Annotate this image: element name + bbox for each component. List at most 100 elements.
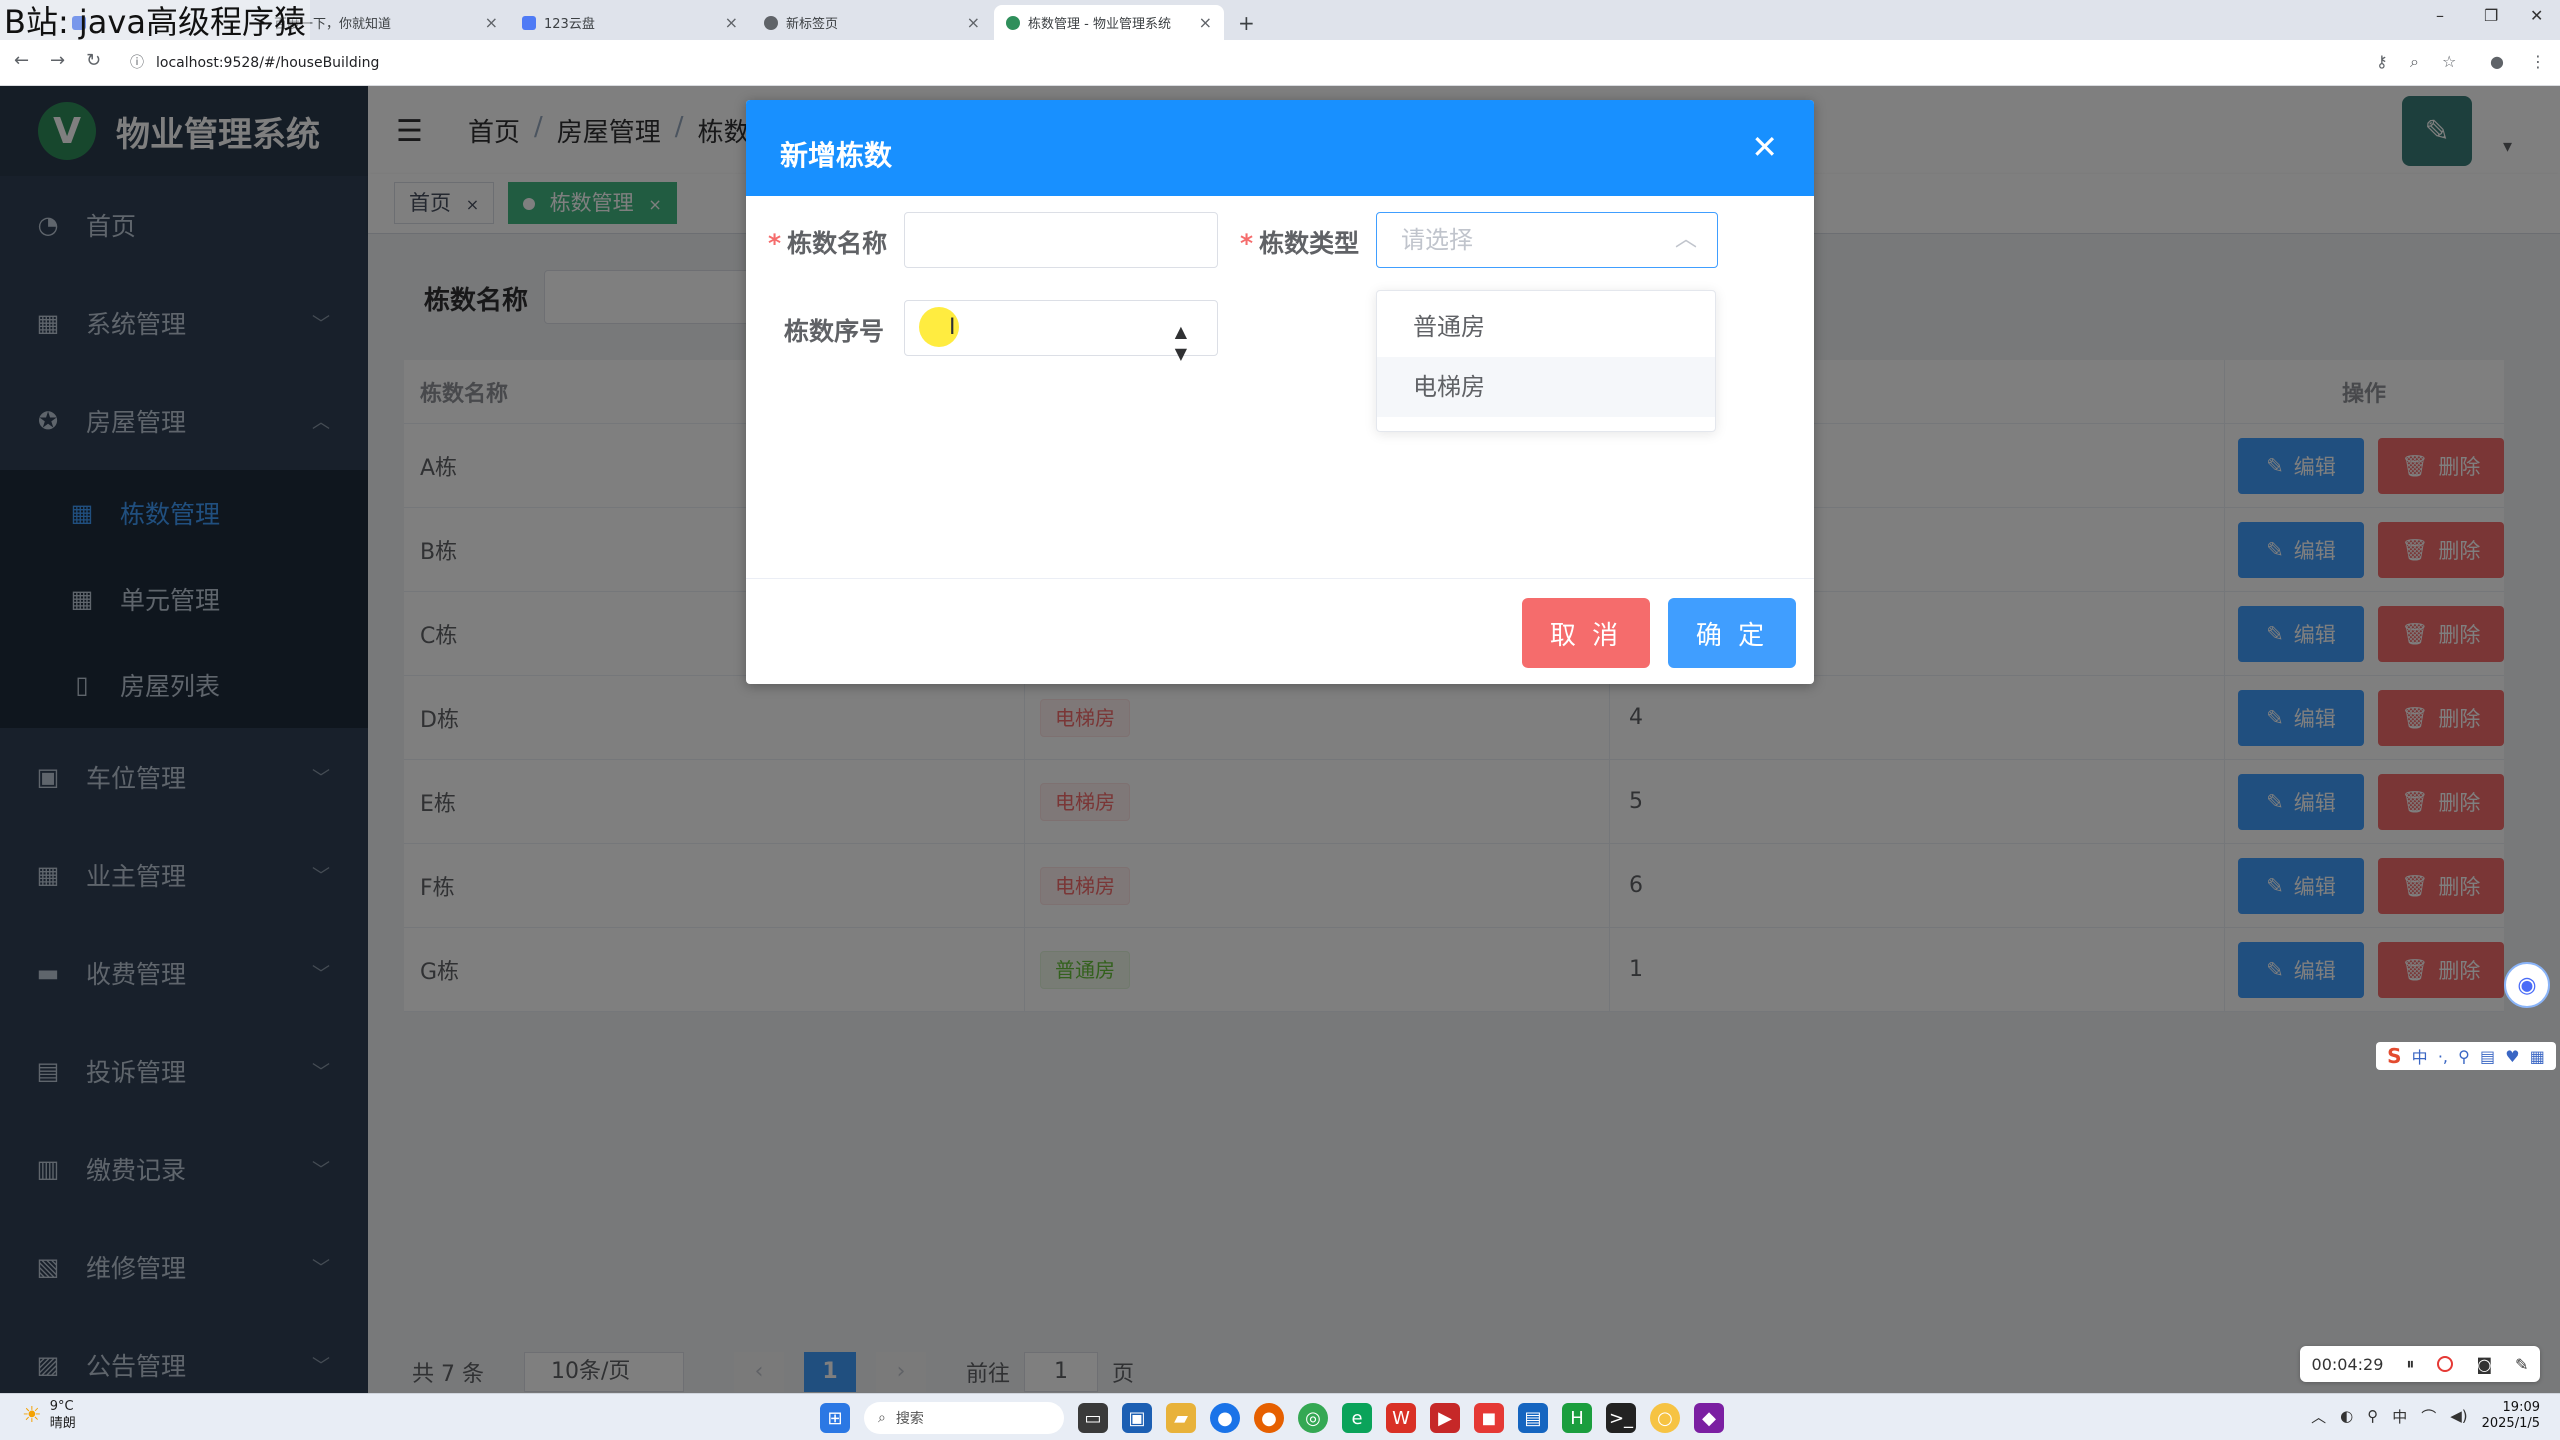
browser-app-icon[interactable]: ● [1210,1403,1240,1433]
select-placeholder: 请选择 [1401,226,1473,254]
dialog-divider [746,578,1814,579]
order-field-label: 栋数序号 [784,317,885,346]
dropdown-option[interactable]: 普通房 [1377,297,1715,357]
reload-icon[interactable]: ↻ [86,50,101,71]
password-key-icon[interactable]: ⚷ [2376,52,2388,71]
sogou-logo-icon: S [2387,1044,2402,1068]
back-icon[interactable]: ← [14,50,29,71]
clock-date: 2025/1/5 [2481,1416,2540,1431]
building-type-select[interactable]: 请选择 ︿ [1376,212,1718,268]
taskbar-clock[interactable]: 19:09 2025/1/5 [2482,1400,2540,1432]
browser-tabstrip: 百度一下，你就知道 × 123云盘 × 新标签页 × 栋数管理 - 物业管理系统… [0,0,2560,40]
taskbar-search-label: 搜索 [895,1411,924,1427]
close-tab-icon[interactable]: × [485,13,498,32]
weather-temp: 9°C [49,1399,74,1414]
music-app-icon[interactable]: ○ [1650,1403,1680,1433]
name-field-label: * 栋数名称 [768,224,887,260]
new-tab-button[interactable]: + [1226,5,1266,40]
tray-expand-icon[interactable]: ︿ [2311,1406,2326,1427]
bookmark-star-icon[interactable]: ☆ [2442,52,2456,71]
label-text: 栋数类型 [1259,229,1360,258]
ime-mode-icon[interactable]: 中 [2412,1044,2428,1068]
minimize-icon[interactable]: – [2436,6,2444,25]
video-app-icon[interactable]: ◼ [1474,1403,1504,1433]
watermark-text: B站: java高级程序猿 [0,0,310,44]
taskbar-search[interactable]: ⌕ 搜索 [864,1402,1064,1434]
zoom-icon[interactable]: ⌕ [2410,52,2419,72]
tray-app-icon[interactable]: ◐ [2340,1407,2353,1425]
dialog-header: 新增栋数 ✕ [746,100,1814,196]
ime-icon[interactable]: 中 [2392,1406,2407,1427]
decrement-icon[interactable]: ▼ [1175,327,1187,381]
confirm-button[interactable]: 确 定 [1668,598,1796,668]
clock-time: 19:09 [2502,1400,2540,1415]
skin-icon[interactable]: ♥ [2505,1047,2519,1066]
address-bar: ← → ↻ ⓘ localhost:9528/#/houseBuilding ⚷… [0,40,2560,86]
idea-app-icon[interactable]: H [1562,1403,1592,1433]
system-tray: ︿ ◐ ⚲ 中 ⌒ ◀) 19:09 2025/1/5 [2311,1400,2540,1432]
camera-icon[interactable]: ◙ [2476,1355,2492,1374]
folder-icon[interactable]: ▰ [1166,1403,1196,1433]
store-icon[interactable]: ▣ [1122,1403,1152,1433]
required-mark: * [1240,229,1254,258]
profile-icon[interactable]: ● [2490,52,2504,71]
media-app-icon[interactable]: ▶ [1430,1403,1460,1433]
stop-record-icon[interactable] [2437,1356,2454,1372]
more-menu-icon[interactable]: ⋮ [2530,52,2546,71]
terminal-icon[interactable]: >_ [1606,1403,1636,1433]
maximize-icon[interactable]: ❐ [2484,6,2498,25]
notes-app-icon[interactable]: ▤ [1518,1403,1548,1433]
vue-favicon-icon [1006,15,1020,30]
taskbar: ☀ 9°C 晴朗 ⊞ ⌕ 搜索 ▭ ▣ ▰ ● ● ◎ e W ▶ ◼ ▤ H … [0,1393,2560,1440]
type-field-label: * 栋数类型 [1240,224,1359,260]
forward-icon[interactable]: → [50,50,65,71]
firefox-icon[interactable]: ● [1254,1403,1284,1433]
microphone-icon[interactable]: ⚲ [2367,1407,2378,1425]
text-cursor-icon: I [949,315,956,340]
url-input[interactable]: localhost:9528/#/houseBuilding [156,49,2356,77]
sun-icon: ☀ [22,1402,42,1428]
cancel-button[interactable]: 取 消 [1522,598,1650,668]
dropdown-option[interactable]: 电梯房 [1377,357,1715,417]
screen-recorder-bar: 00:04:29 ⏸ ◙ ✎ [2300,1346,2540,1382]
weather-widget[interactable]: ☀ 9°C 晴朗 [22,1398,76,1432]
network-icon[interactable]: ⌒ [2421,1406,2436,1427]
keyboard-icon[interactable]: ▤ [2480,1047,2495,1066]
ime-toolbar[interactable]: S 中 ·, ⚲ ▤ ♥ ▦ [2376,1042,2556,1070]
chevron-up-icon: ︿ [1674,227,1697,252]
close-tab-icon[interactable]: × [725,13,738,32]
windows-start-icon[interactable]: ⊞ [820,1403,850,1433]
browser-tab-title: 123云盘 [544,17,595,32]
browser-tab-title: 栋数管理 - 物业管理系统 [1028,17,1171,32]
type-dropdown: 普通房 电梯房 [1376,290,1716,432]
close-icon[interactable]: ✕ [1751,128,1778,166]
pause-icon[interactable]: ⏸ [2406,1354,2414,1374]
close-tab-icon[interactable]: × [967,13,980,32]
label-text: 栋数名称 [787,229,888,258]
edge-icon[interactable]: e [1342,1403,1372,1433]
volume-icon[interactable]: ◀) [2450,1407,2467,1425]
browser-tab-newtab[interactable]: 新标签页 × [752,5,992,40]
floating-assistant-icon[interactable]: ◉ [2504,962,2550,1008]
site-info-icon[interactable]: ⓘ [130,52,144,72]
dialog-title: 新增栋数 [780,139,893,172]
ime-punct-icon[interactable]: ·, [2438,1047,2448,1066]
wps-icon[interactable]: W [1386,1403,1416,1433]
close-tab-icon[interactable]: × [1199,13,1212,32]
apps-grid-icon[interactable]: ▦ [2530,1047,2545,1066]
recording-time: 00:04:29 [2311,1354,2384,1374]
chrome-icon[interactable]: ◎ [1298,1403,1328,1433]
search-icon: ⌕ [878,1410,886,1426]
ide-app-icon[interactable]: ◆ [1694,1403,1724,1433]
task-view-icon[interactable]: ▭ [1078,1403,1108,1433]
browser-tab-active[interactable]: 栋数管理 - 物业管理系统 × [994,5,1224,40]
pen-icon[interactable]: ✎ [2515,1355,2528,1374]
cloud-favicon-icon [522,15,536,30]
weather-desc: 晴朗 [49,1416,76,1431]
building-order-stepper[interactable]: I ▲ ▼ [904,300,1218,363]
microphone-icon[interactable]: ⚲ [2458,1047,2470,1066]
chrome-favicon-icon [764,15,778,30]
close-window-icon[interactable]: ✕ [2530,6,2543,25]
browser-tab-123pan[interactable]: 123云盘 × [510,5,750,40]
building-name-input[interactable] [904,212,1218,268]
